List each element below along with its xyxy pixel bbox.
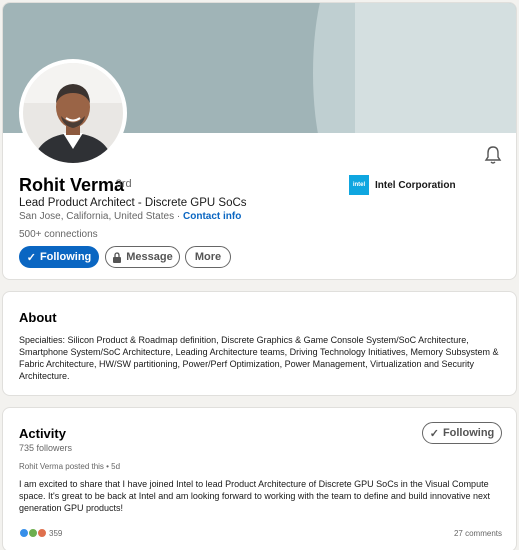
profile-card: Rohit Verma · 3rd Lead Product Architect… bbox=[2, 2, 517, 280]
message-button[interactable]: Message bbox=[105, 246, 180, 268]
connections-count[interactable]: 500+ connections bbox=[19, 229, 98, 240]
intel-logo-icon: intel bbox=[349, 175, 369, 195]
about-text: Specialties: Silicon Product & Roadmap d… bbox=[19, 335, 499, 381]
love-icon bbox=[37, 528, 47, 538]
followers-count: 735 followers bbox=[19, 443, 73, 453]
comments-count[interactable]: 27 comments bbox=[454, 529, 502, 538]
location-text: San Jose, California, United States bbox=[19, 211, 175, 222]
more-label: More bbox=[194, 251, 222, 263]
checkmark-icon: ✓ bbox=[26, 251, 36, 264]
connection-degree: · 3rd bbox=[109, 178, 132, 190]
following-label: Following bbox=[39, 251, 92, 263]
post-text[interactable]: I am excited to share that I have joined… bbox=[19, 478, 507, 514]
checkmark-icon: ✓ bbox=[429, 427, 439, 440]
bell-icon[interactable] bbox=[484, 145, 502, 165]
reactions[interactable]: 359 bbox=[19, 528, 62, 538]
about-card: About Specialties: Silicon Product & Roa… bbox=[2, 291, 517, 396]
location-separator: · bbox=[176, 211, 181, 222]
following-button[interactable]: ✓ Following bbox=[19, 246, 99, 268]
company-name: Intel Corporation bbox=[375, 179, 456, 191]
following-label: Following bbox=[442, 427, 495, 439]
more-button[interactable]: More bbox=[185, 246, 231, 268]
post-meta: Rohit Verma posted this • 5d bbox=[19, 462, 121, 471]
activity-heading: Activity bbox=[19, 426, 66, 441]
about-heading: About bbox=[19, 310, 57, 325]
activity-following-button[interactable]: ✓ Following bbox=[422, 422, 502, 444]
lock-icon bbox=[113, 251, 122, 263]
message-label: Message bbox=[126, 251, 173, 263]
reactions-count: 359 bbox=[49, 528, 63, 538]
profile-location-line: San Jose, California, United States · Co… bbox=[19, 211, 241, 222]
current-company[interactable]: intel Intel Corporation bbox=[349, 175, 456, 195]
contact-info-link[interactable]: Contact info bbox=[183, 211, 241, 222]
avatar[interactable] bbox=[19, 59, 127, 167]
profile-headline: Lead Product Architect - Discrete GPU So… bbox=[19, 197, 247, 209]
activity-card: Activity 735 followers ✓ Following Rohit… bbox=[2, 407, 517, 550]
